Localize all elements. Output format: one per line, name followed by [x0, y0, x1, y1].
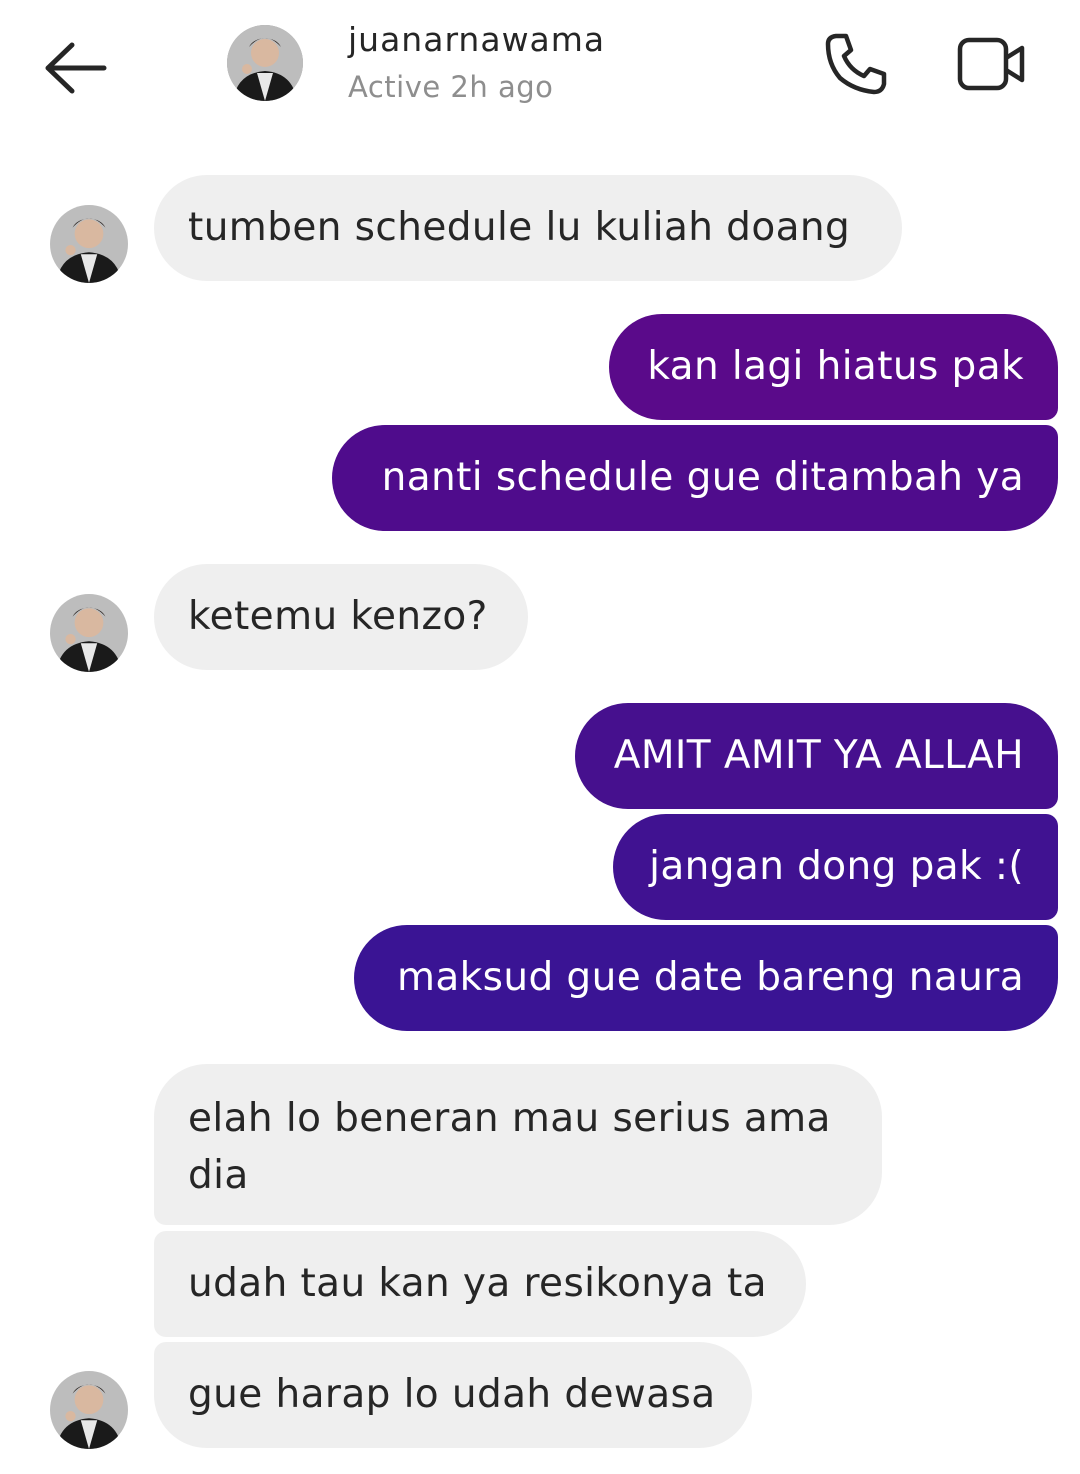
avatar[interactable]: [50, 205, 128, 283]
message-bubble-received[interactable]: tumben schedule lu kuliah doang: [154, 175, 902, 281]
message-bubble-received[interactable]: udah tau kan ya resikonya ta: [154, 1231, 806, 1337]
video-call-button[interactable]: [950, 28, 1030, 102]
active-status: Active 2h ago: [348, 70, 554, 104]
message-bubble-received[interactable]: ketemu kenzo?: [154, 564, 528, 670]
message-bubble-sent[interactable]: kan lagi hiatus pak: [609, 314, 1058, 420]
message-bubble-sent[interactable]: AMIT AMIT YA ALLAH: [575, 703, 1058, 809]
message-bubble-sent[interactable]: maksud gue date bareng naura: [354, 925, 1058, 1031]
back-button[interactable]: [40, 40, 112, 100]
video-camera-icon: [957, 37, 1025, 91]
chat-header: juanarnawama Active 2h ago: [0, 0, 1080, 140]
avatar[interactable]: [50, 594, 128, 672]
message-bubble-sent[interactable]: nanti schedule gue ditambah ya: [332, 425, 1058, 531]
message-bubble-sent[interactable]: jangan dong pak :(: [613, 814, 1058, 920]
audio-call-button[interactable]: [818, 28, 892, 102]
avatar[interactable]: [227, 25, 303, 101]
chat-username[interactable]: juanarnawama: [348, 20, 605, 59]
message-bubble-received[interactable]: elah lo beneran mau serius ama dia: [154, 1064, 882, 1225]
phone-icon: [825, 33, 887, 95]
message-bubble-received[interactable]: gue harap lo udah dewasa: [154, 1342, 752, 1448]
arrow-left-icon: [45, 42, 107, 94]
avatar[interactable]: [50, 1371, 128, 1449]
